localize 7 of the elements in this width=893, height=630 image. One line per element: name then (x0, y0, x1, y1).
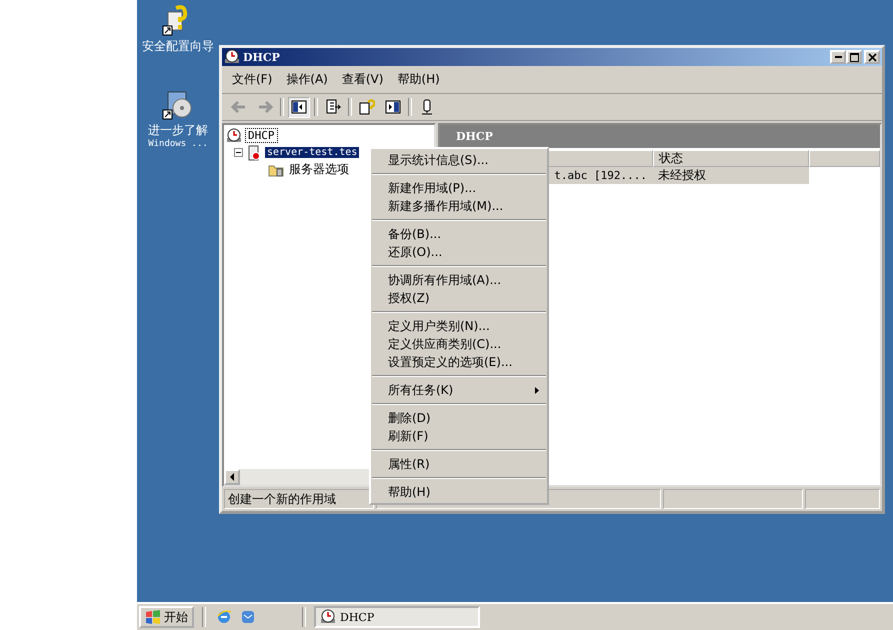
window-title: DHCP (243, 50, 281, 64)
table-cell: 未经授权 (653, 167, 809, 184)
icon-label: Windows ... (148, 139, 208, 149)
icon-label: 安全配置向导 (142, 38, 214, 55)
pane-header: DHCP (440, 125, 880, 148)
icon-label: 进一步了解 (148, 122, 208, 139)
status-text: 创建一个新的作用域 (224, 489, 374, 509)
